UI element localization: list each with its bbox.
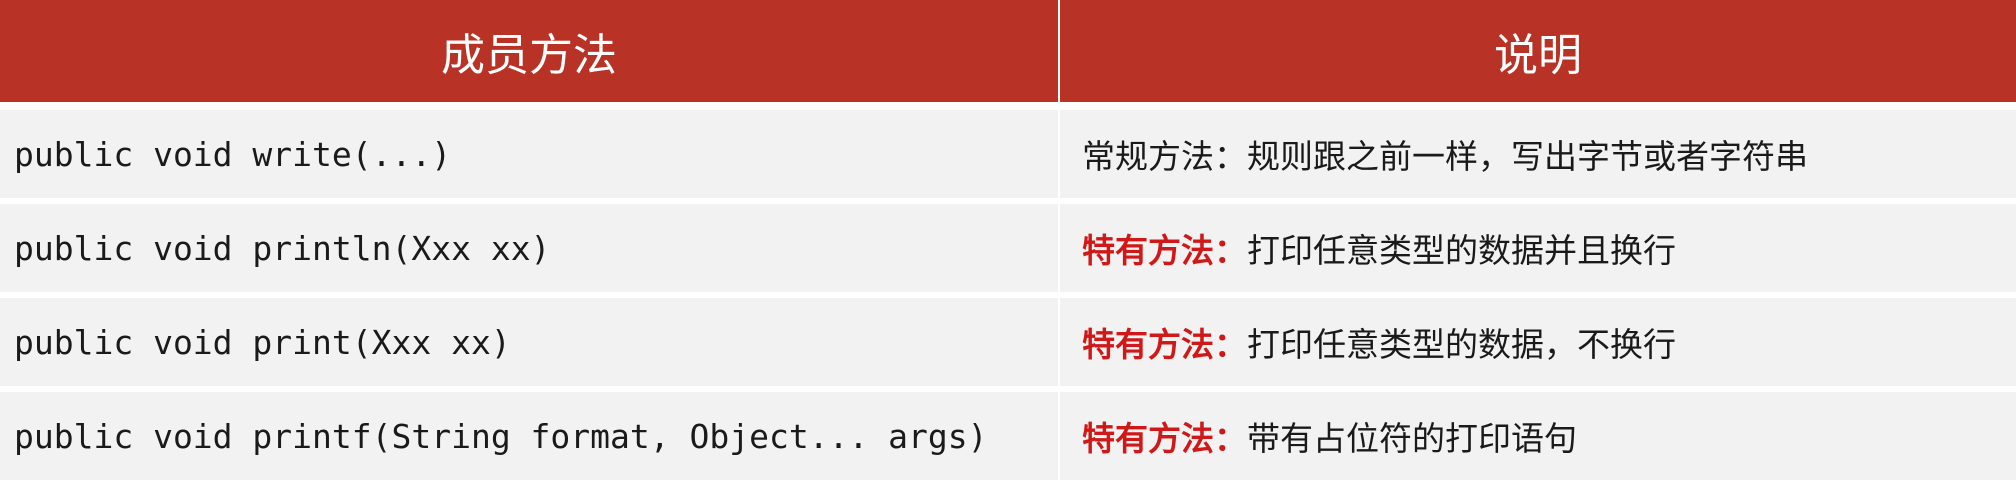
method-description: 常规方法： 规则跟之前一样，写出字节或者字符串 <box>1060 110 2016 198</box>
method-description: 特有方法： 带有占位符的打印语句 <box>1060 392 2016 480</box>
method-signature: public void print(Xxx xx) <box>0 298 1058 386</box>
method-signature: public void printf(String format, Object… <box>0 392 1058 480</box>
description-text: 规则跟之前一样，写出字节或者字符串 <box>1247 137 1808 176</box>
description-text: 打印任意类型的数据，不换行 <box>1247 325 1676 364</box>
table-row: public void print(Xxx xx) 特有方法： 打印任意类型的数据… <box>0 298 2016 386</box>
description-prefix: 常规方法： <box>1082 137 1247 176</box>
methods-table: 成员方法 说明 public void write(...) 常规方法： 规则跟之… <box>0 0 2016 482</box>
description-prefix-highlight: 特有方法： <box>1082 231 1247 270</box>
description-text: 带有占位符的打印语句 <box>1247 419 1577 458</box>
header-description: 说明 <box>1058 0 2016 102</box>
header-member-method: 成员方法 <box>0 0 1058 102</box>
table-header: 成员方法 说明 <box>0 0 2016 102</box>
description-text: 打印任意类型的数据并且换行 <box>1247 231 1676 270</box>
method-signature: public void write(...) <box>0 110 1058 198</box>
method-signature: public void println(Xxx xx) <box>0 204 1058 292</box>
method-description: 特有方法： 打印任意类型的数据并且换行 <box>1060 204 2016 292</box>
method-description: 特有方法： 打印任意类型的数据，不换行 <box>1060 298 2016 386</box>
description-prefix-highlight: 特有方法： <box>1082 419 1247 458</box>
table-row: public void printf(String format, Object… <box>0 392 2016 480</box>
table-row: public void write(...) 常规方法： 规则跟之前一样，写出字节… <box>0 110 2016 198</box>
table-row: public void println(Xxx xx) 特有方法： 打印任意类型的… <box>0 204 2016 292</box>
description-prefix-highlight: 特有方法： <box>1082 325 1247 364</box>
